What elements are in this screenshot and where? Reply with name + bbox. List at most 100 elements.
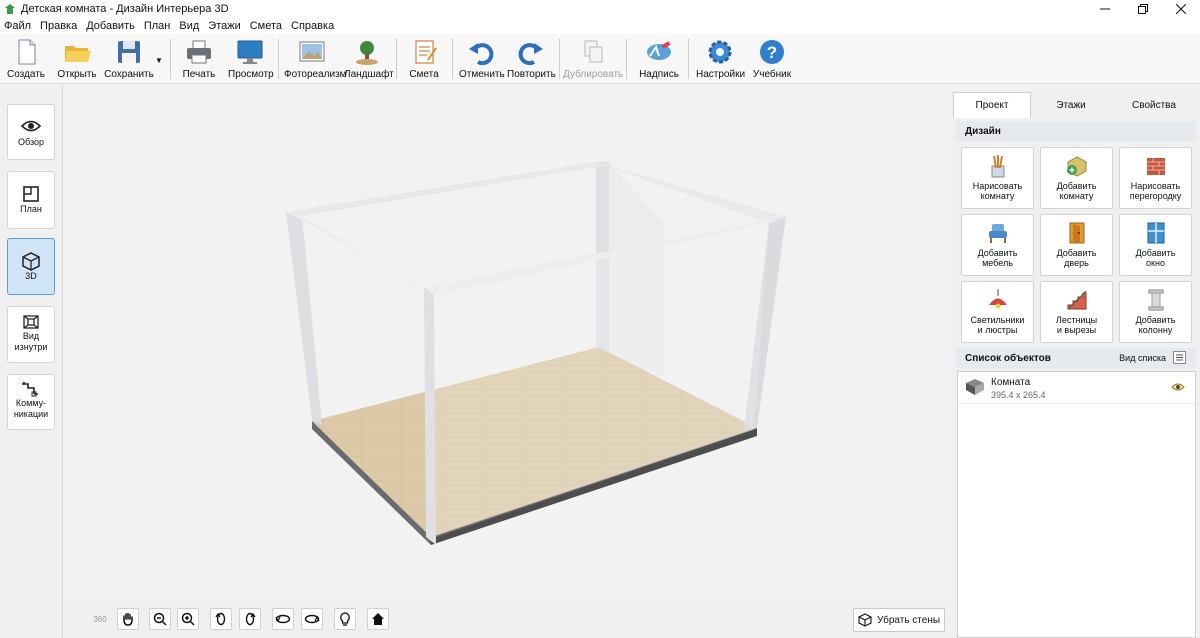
- communications-button[interactable]: Комму- никации: [7, 374, 55, 430]
- inside-room-icon: [23, 315, 39, 329]
- wall-front-glass: [434, 223, 769, 537]
- menu-bar: Файл Правка Добавить План Вид Этажи Смет…: [0, 18, 1200, 34]
- preview-button[interactable]: Просмотр: [228, 38, 274, 82]
- restore-icon: [1138, 4, 1148, 14]
- remove-walls-cube-icon: [858, 613, 872, 627]
- tilt-down-button[interactable]: [301, 608, 323, 630]
- draw-room-pencils-icon: [991, 155, 1004, 178]
- tutorial-button[interactable]: ? Учебник: [752, 38, 792, 82]
- add-room-button[interactable]: Добавить комнату: [1040, 147, 1113, 209]
- save-dropdown-arrow-icon[interactable]: ▼: [155, 56, 163, 65]
- duplicate-button[interactable]: Дублировать: [563, 38, 623, 82]
- landscape-button[interactable]: Ландшафт: [344, 38, 394, 82]
- home-icon: [372, 613, 384, 625]
- draw-room-button[interactable]: Нарисовать комнату: [961, 147, 1034, 209]
- menu-plan[interactable]: План: [144, 20, 171, 32]
- printer-icon: [187, 40, 211, 64]
- wall-top-back: [286, 162, 609, 216]
- zoom-in-icon: [181, 612, 195, 626]
- add-furniture-button[interactable]: Добавить мебель: [961, 214, 1034, 276]
- room-3d-scene: [286, 162, 786, 545]
- lighting-button[interactable]: [334, 608, 356, 630]
- add-window-button[interactable]: Добавить окно: [1119, 214, 1192, 276]
- tree-landscape-icon: [356, 41, 378, 65]
- stairs-icon: [1067, 290, 1086, 310]
- tilt-down-icon: [304, 614, 320, 624]
- add-column-button[interactable]: Добавить колонну: [1119, 281, 1192, 343]
- help-question-icon: ?: [760, 40, 784, 64]
- undo-arrow-icon: [469, 43, 494, 66]
- menu-edit[interactable]: Правка: [40, 20, 77, 32]
- menu-estimate[interactable]: Смета: [250, 20, 282, 32]
- save-button[interactable]: Сохранить: [104, 38, 154, 82]
- visibility-eye-icon[interactable]: [1171, 382, 1185, 392]
- maximize-button[interactable]: [1124, 0, 1162, 18]
- list-item[interactable]: Комната 395.4 x 265.4: [958, 372, 1195, 404]
- inside-view-button[interactable]: Вид изнутри: [7, 306, 55, 363]
- window-icon: [1147, 222, 1164, 244]
- print-button[interactable]: Печать: [178, 38, 220, 82]
- menu-floors[interactable]: Этажи: [208, 20, 240, 32]
- rotate-right-icon: [245, 612, 256, 626]
- create-button[interactable]: Создать: [6, 38, 46, 82]
- wall-back-left[interactable]: [286, 212, 322, 425]
- camera-toolbar: 360 Убрать стены: [64, 595, 952, 638]
- tab-floors[interactable]: Этажи: [1031, 92, 1111, 118]
- menu-file[interactable]: Файл: [4, 20, 31, 32]
- undo-button[interactable]: Отменить: [459, 38, 505, 82]
- photorealism-button[interactable]: Фотореализм: [284, 38, 347, 82]
- objects-header-label: Список объектов: [965, 352, 1051, 364]
- open-button[interactable]: Открыть: [55, 38, 99, 82]
- caption-text-icon: [647, 41, 671, 60]
- rotate-left-button[interactable]: [210, 608, 232, 630]
- menu-add[interactable]: Добавить: [86, 20, 135, 32]
- overview-button[interactable]: Обзор: [7, 104, 55, 160]
- estimate-button[interactable]: Смета: [404, 38, 444, 82]
- column-icon: [1148, 289, 1163, 311]
- objects-section-header: Список объектов Вид списка: [956, 348, 1196, 368]
- right-panel: Проект Этажи Свойства Дизайн Нарисовать …: [953, 85, 1200, 638]
- duplicate-icon: [584, 40, 603, 63]
- 3d-viewport[interactable]: [64, 85, 952, 595]
- tilt-up-button[interactable]: [272, 608, 294, 630]
- add-stairs-button[interactable]: Лестницы и вырезы: [1040, 281, 1113, 343]
- add-lights-button[interactable]: Светильники и люстры: [961, 281, 1034, 343]
- caption-button[interactable]: Надпись: [638, 38, 680, 82]
- zoom-in-button[interactable]: [177, 608, 199, 630]
- app-logo-icon: [5, 4, 15, 14]
- rotate-right-button[interactable]: [239, 608, 261, 630]
- minimize-button[interactable]: [1086, 0, 1124, 18]
- estimate-notepad-icon: [415, 40, 437, 64]
- list-view-toggle[interactable]: Вид списка: [1119, 353, 1166, 363]
- object-name: Комната: [991, 377, 1031, 388]
- new-file-icon: [18, 39, 36, 65]
- close-button[interactable]: [1162, 0, 1200, 18]
- tilt-up-icon: [275, 614, 291, 624]
- view-3d-button[interactable]: 3D: [7, 238, 55, 295]
- add-door-button[interactable]: Добавить дверь: [1040, 214, 1113, 276]
- pan-hand-button[interactable]: [117, 608, 139, 630]
- redo-button[interactable]: Повторить: [507, 38, 556, 82]
- tab-project[interactable]: Проект: [953, 92, 1031, 118]
- add-room-box-icon: [1066, 156, 1086, 177]
- rotate-360-button[interactable]: 360: [89, 608, 111, 630]
- toolbar-separator: [559, 39, 560, 79]
- redo-arrow-icon: [518, 43, 543, 66]
- menu-help[interactable]: Справка: [291, 20, 334, 32]
- wall-front-corner[interactable]: [424, 287, 436, 545]
- panel-tabs: Проект Этажи Свойства: [953, 90, 1200, 118]
- remove-walls-button[interactable]: Убрать стены: [853, 608, 945, 632]
- remove-walls-label: Убрать стены: [876, 614, 941, 626]
- list-view-icon[interactable]: [1173, 351, 1186, 364]
- brick-wall-icon: [1146, 158, 1165, 175]
- zoom-out-button[interactable]: [149, 608, 171, 630]
- door-icon: [1069, 222, 1084, 244]
- tab-properties[interactable]: Свойства: [1111, 92, 1197, 118]
- toolbar-separator: [278, 39, 279, 79]
- settings-button[interactable]: Настройки: [696, 38, 745, 82]
- menu-view[interactable]: Вид: [179, 20, 199, 32]
- home-view-button[interactable]: [367, 608, 389, 630]
- plan-view-button[interactable]: План: [7, 171, 55, 229]
- armchair-icon: [988, 224, 1007, 243]
- draw-partition-button[interactable]: Нарисовать перегородку: [1119, 147, 1192, 209]
